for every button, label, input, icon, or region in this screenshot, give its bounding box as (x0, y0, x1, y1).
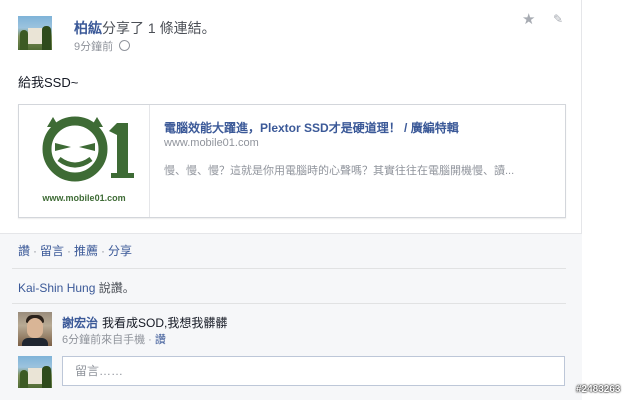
globe-icon[interactable] (119, 40, 131, 51)
story-card: 柏紘分享了 1 條連結。 9分鐘前 ★ ✎ 給我SSD~ www.mobile0… (0, 0, 582, 400)
comment-input[interactable] (62, 356, 565, 386)
share-link[interactable]: 分享 (108, 244, 132, 258)
divider (12, 303, 566, 304)
star-icon[interactable]: ★ (522, 10, 535, 28)
comment-body: 謝宏治 我看成SOD,我想我髒髒 (62, 314, 227, 331)
likes-summary: Kai-Shin Hung 說讚。 (18, 279, 135, 296)
commenter-avatar[interactable] (18, 312, 52, 346)
post-message: 給我SSD~ (18, 75, 79, 90)
separator: · (33, 244, 38, 258)
story-action-text: 分享了 1 條連結。 (102, 20, 216, 36)
author-name[interactable]: 柏紘 (74, 20, 102, 36)
separator: · (67, 244, 72, 258)
thumbnail-caption: www.mobile01.com (42, 193, 126, 203)
divider (12, 268, 566, 269)
action-links: 讚 · 留言 · 推薦 · 分享 (18, 242, 132, 259)
story-header: 柏紘分享了 1 條連結。 (74, 18, 216, 38)
link-preview-card[interactable]: www.mobile01.com 電腦效能大躍進，Plextor SSD才是硬道… (18, 104, 566, 218)
likes-suffix: 說讚。 (95, 281, 135, 295)
link-description: 慢、慢、慢？這就是你用電腦時的心聲嗎？其實往往在電腦開機慢、讀... (164, 165, 515, 177)
link-domain: www.mobile01.com (164, 137, 259, 149)
divider (0, 233, 582, 234)
author-avatar[interactable] (18, 16, 52, 50)
link-thumbnail[interactable]: www.mobile01.com (19, 105, 150, 217)
liker-name[interactable]: Kai-Shin Hung (18, 281, 95, 295)
comment-meta: 6分鐘前來自手機 · 讚 (62, 331, 166, 347)
my-avatar (18, 356, 52, 388)
like-link[interactable]: 讚 (18, 244, 30, 258)
comment-text: 我看成SOD,我想我髒髒 (102, 316, 228, 330)
commenter-name[interactable]: 謝宏治 (62, 316, 98, 330)
comment-link[interactable]: 留言 (40, 244, 64, 258)
promote-link[interactable]: 推薦 (74, 244, 98, 258)
story-meta: 9分鐘前 (74, 38, 131, 54)
pencil-icon[interactable]: ✎ (553, 12, 563, 26)
mobile01-logo-icon (42, 116, 134, 182)
link-title[interactable]: 電腦效能大躍進，Plextor SSD才是硬道理！ / 廣編特輯 (164, 119, 459, 136)
timestamp[interactable]: 9分鐘前 (74, 41, 113, 53)
comment-like-link[interactable]: 讚 (155, 334, 166, 346)
separator: · (101, 244, 106, 258)
comment-time[interactable]: 6分鐘前來自手機 · (62, 334, 155, 346)
watermark: #2483263 (576, 384, 621, 395)
